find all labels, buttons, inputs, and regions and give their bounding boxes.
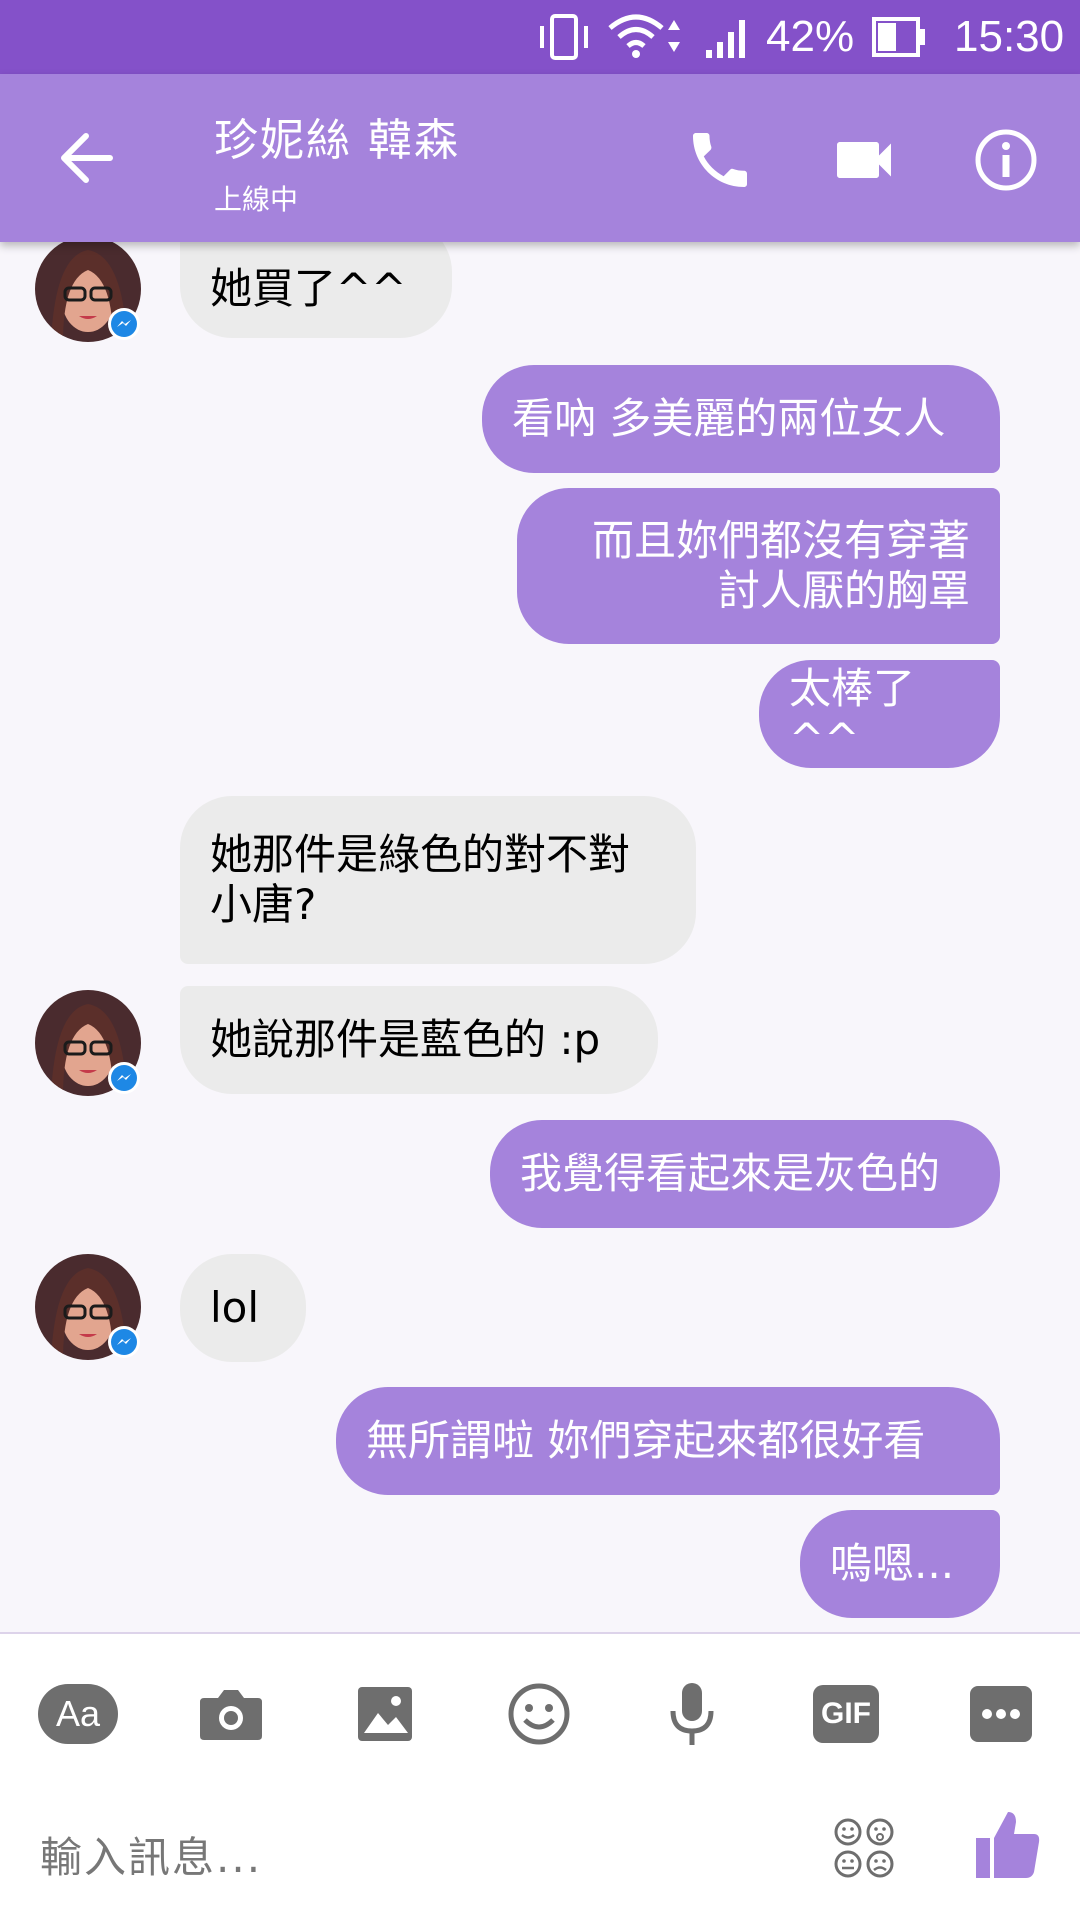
status-bar: 42% 15:30 bbox=[0, 0, 1080, 74]
composer: Aa GIF 輸入訊息... bbox=[0, 1634, 1080, 1920]
camera-icon[interactable] bbox=[191, 1674, 271, 1754]
microphone-icon[interactable] bbox=[652, 1674, 732, 1754]
thumbs-up-icon[interactable] bbox=[972, 1808, 1042, 1880]
outgoing-message[interactable]: 看吶 多美麗的兩位女人 bbox=[482, 365, 1000, 473]
back-arrow-icon[interactable] bbox=[52, 122, 124, 194]
signal-icon bbox=[704, 0, 754, 74]
incoming-message[interactable]: lol bbox=[180, 1254, 306, 1362]
incoming-message[interactable]: 她說那件是藍色的 :p bbox=[180, 986, 658, 1094]
contact-name[interactable]: 珍妮絲 韓森 bbox=[214, 104, 460, 168]
outgoing-message[interactable]: 太棒了^^ bbox=[759, 660, 1000, 768]
gif-icon[interactable]: GIF bbox=[806, 1674, 886, 1754]
message-list[interactable]: 她買了^^ 看吶 多美麗的兩位女人 而且妳們都沒有穿著 討人厭的胸罩 太棒了^^… bbox=[0, 242, 1080, 1632]
messenger-badge-icon bbox=[108, 1062, 140, 1094]
conversation-header: 珍妮絲 韓森 上線中 bbox=[0, 74, 1080, 242]
outgoing-message[interactable]: 嗚嗯... bbox=[800, 1510, 1000, 1618]
incoming-message[interactable]: 她那件是綠色的對不對 小唐? bbox=[180, 796, 696, 964]
info-icon[interactable] bbox=[970, 124, 1042, 196]
wifi-icon bbox=[606, 0, 690, 74]
battery-percent: 42% bbox=[766, 12, 855, 61]
gif-label: GIF bbox=[821, 1697, 871, 1730]
incoming-message[interactable]: 她買了^^ bbox=[180, 242, 452, 338]
text-format-button[interactable]: Aa bbox=[38, 1674, 118, 1754]
clock: 15:30 bbox=[954, 12, 1065, 61]
more-icon[interactable] bbox=[961, 1674, 1041, 1754]
outgoing-message[interactable]: 我覺得看起來是灰色的 bbox=[490, 1120, 1000, 1228]
emoji-icon[interactable] bbox=[499, 1674, 579, 1754]
outgoing-message[interactable]: 無所謂啦 妳們穿起來都很好看 bbox=[336, 1387, 1000, 1495]
outgoing-message[interactable]: 而且妳們都沒有穿著 討人厭的胸罩 bbox=[517, 488, 1000, 644]
sticker-icon[interactable] bbox=[832, 1816, 896, 1880]
battery-icon bbox=[872, 0, 928, 74]
messenger-badge-icon bbox=[108, 1326, 140, 1358]
presence-status: 上線中 bbox=[214, 183, 299, 216]
vibrate-icon bbox=[536, 0, 592, 74]
video-camera-icon[interactable] bbox=[828, 124, 900, 196]
image-icon[interactable] bbox=[345, 1674, 425, 1754]
message-input[interactable]: 輸入訊息... bbox=[40, 1824, 262, 1885]
text-format-label: Aa bbox=[55, 1693, 101, 1734]
messenger-badge-icon bbox=[108, 308, 140, 340]
phone-icon[interactable] bbox=[684, 124, 756, 196]
